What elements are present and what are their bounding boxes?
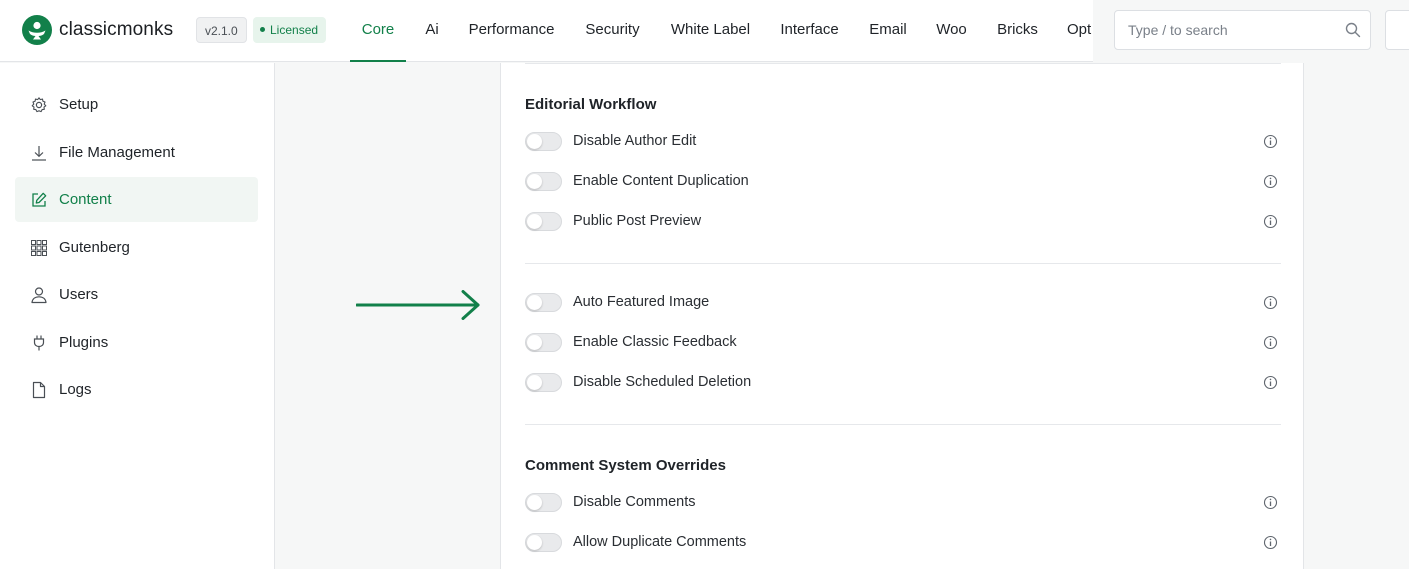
option-label: Auto Featured Image xyxy=(573,294,710,310)
status-dot-icon xyxy=(260,27,265,32)
brand-logo[interactable]: classicmonks xyxy=(22,14,173,46)
sidebar-item-gutenberg[interactable]: Gutenberg xyxy=(15,225,258,270)
sidebar-item-label: Setup xyxy=(59,96,99,113)
enable-content-duplication-toggle[interactable] xyxy=(525,172,562,191)
arrow-right-icon xyxy=(356,290,480,320)
sidebar-item-plugins[interactable]: Plugins xyxy=(15,320,258,365)
tab-core[interactable]: Core xyxy=(350,0,406,62)
option-row: Enable Classic Feedback xyxy=(525,331,1281,355)
toggle-knob xyxy=(527,174,542,189)
search-icon xyxy=(1345,22,1361,38)
info-icon[interactable] xyxy=(1263,495,1278,510)
toggle-knob xyxy=(527,335,542,350)
info-icon[interactable] xyxy=(1263,375,1278,390)
info-icon[interactable] xyxy=(1263,295,1278,310)
settings-panel: Editorial Workflow Disable Author Edit E… xyxy=(500,63,1304,569)
sidebar-item-setup[interactable]: Setup xyxy=(15,82,258,127)
sidebar-item-file-management[interactable]: File Management xyxy=(15,130,258,175)
grid-icon xyxy=(30,239,48,257)
option-label: Enable Content Duplication xyxy=(573,173,749,189)
sidebar-item-label: Logs xyxy=(59,381,92,398)
download-icon xyxy=(30,144,48,162)
brand-name: classicmonks xyxy=(59,19,174,40)
info-icon[interactable] xyxy=(1263,134,1278,149)
divider xyxy=(525,424,1281,425)
top-header: classicmonks v2.1.0 Licensed Core Ai Per… xyxy=(0,0,1409,62)
option-label: Enable Classic Feedback xyxy=(573,334,737,350)
sidebar-item-users[interactable]: Users xyxy=(15,272,258,317)
tab-bricks[interactable]: Bricks xyxy=(995,0,1040,62)
tab-opt[interactable]: Opt xyxy=(1067,0,1094,62)
tab-performance[interactable]: Performance xyxy=(467,0,556,62)
toggle-knob xyxy=(527,214,542,229)
license-badge: Licensed xyxy=(253,17,327,43)
enable-classic-feedback-toggle[interactable] xyxy=(525,333,562,352)
sidebar-item-content[interactable]: Content xyxy=(15,177,258,222)
option-row: Auto Featured Image xyxy=(525,291,1281,315)
option-row: Disable Comments xyxy=(525,491,1281,515)
public-post-preview-toggle[interactable] xyxy=(525,212,562,231)
sidebar-item-logs[interactable]: Logs xyxy=(15,367,258,412)
divider xyxy=(525,263,1281,264)
option-row: Allow Duplicate Comments xyxy=(525,531,1281,555)
option-label: Disable Comments xyxy=(573,494,696,510)
plug-icon xyxy=(30,334,48,352)
tab-white-label[interactable]: White Label xyxy=(668,0,753,62)
version-badge: v2.1.0 xyxy=(196,17,247,43)
user-icon xyxy=(30,286,48,304)
sidebar: Setup File Management Content Gutenberg … xyxy=(0,63,275,569)
tab-security[interactable]: Security xyxy=(582,0,643,62)
info-icon[interactable] xyxy=(1263,214,1278,229)
toggle-knob xyxy=(527,295,542,310)
option-label: Allow Duplicate Comments xyxy=(573,534,747,550)
info-icon[interactable] xyxy=(1263,335,1278,350)
sidebar-item-label: Users xyxy=(59,286,99,303)
toggle-knob xyxy=(527,134,542,149)
option-row: Disable Author Edit xyxy=(525,130,1281,154)
section-title-comment-system-overrides: Comment System Overrides xyxy=(525,457,726,474)
tab-interface[interactable]: Interface xyxy=(778,0,841,62)
tab-email[interactable]: Email xyxy=(868,0,908,62)
sidebar-item-label: File Management xyxy=(59,144,175,161)
sidebar-item-label: Gutenberg xyxy=(59,239,130,256)
file-icon xyxy=(30,381,48,399)
monk-logo-icon xyxy=(22,15,52,45)
section-title-editorial-workflow: Editorial Workflow xyxy=(525,96,657,113)
search-panel: Type / to search xyxy=(1093,0,1409,62)
search-placeholder: Type / to search xyxy=(1128,22,1228,38)
option-row: Public Post Preview xyxy=(525,210,1281,234)
divider xyxy=(525,63,1281,64)
info-icon[interactable] xyxy=(1263,174,1278,189)
toggle-knob xyxy=(527,535,542,550)
gear-icon xyxy=(30,96,48,114)
header-action-button[interactable] xyxy=(1385,10,1409,50)
tab-woo[interactable]: Woo xyxy=(935,0,968,62)
license-label: Licensed xyxy=(270,23,319,37)
sidebar-item-label: Content xyxy=(59,191,112,208)
option-row: Enable Content Duplication xyxy=(525,170,1281,194)
option-label: Disable Scheduled Deletion xyxy=(573,374,752,390)
disable-scheduled-deletion-toggle[interactable] xyxy=(525,373,562,392)
auto-featured-image-toggle[interactable] xyxy=(525,293,562,312)
info-icon[interactable] xyxy=(1263,535,1278,550)
allow-duplicate-comments-toggle[interactable] xyxy=(525,533,562,552)
sidebar-item-label: Plugins xyxy=(59,334,109,351)
search-input[interactable]: Type / to search xyxy=(1114,10,1371,50)
toggle-knob xyxy=(527,495,542,510)
toggle-knob xyxy=(527,375,542,390)
disable-comments-toggle[interactable] xyxy=(525,493,562,512)
disable-author-edit-toggle[interactable] xyxy=(525,132,562,151)
option-label: Disable Author Edit xyxy=(573,133,697,149)
option-label: Public Post Preview xyxy=(573,213,702,229)
edit-icon xyxy=(30,191,48,209)
option-row: Disable Scheduled Deletion xyxy=(525,371,1281,395)
tab-ai[interactable]: Ai xyxy=(420,0,444,62)
top-nav: Core Ai Performance Security White Label… xyxy=(350,0,1094,62)
